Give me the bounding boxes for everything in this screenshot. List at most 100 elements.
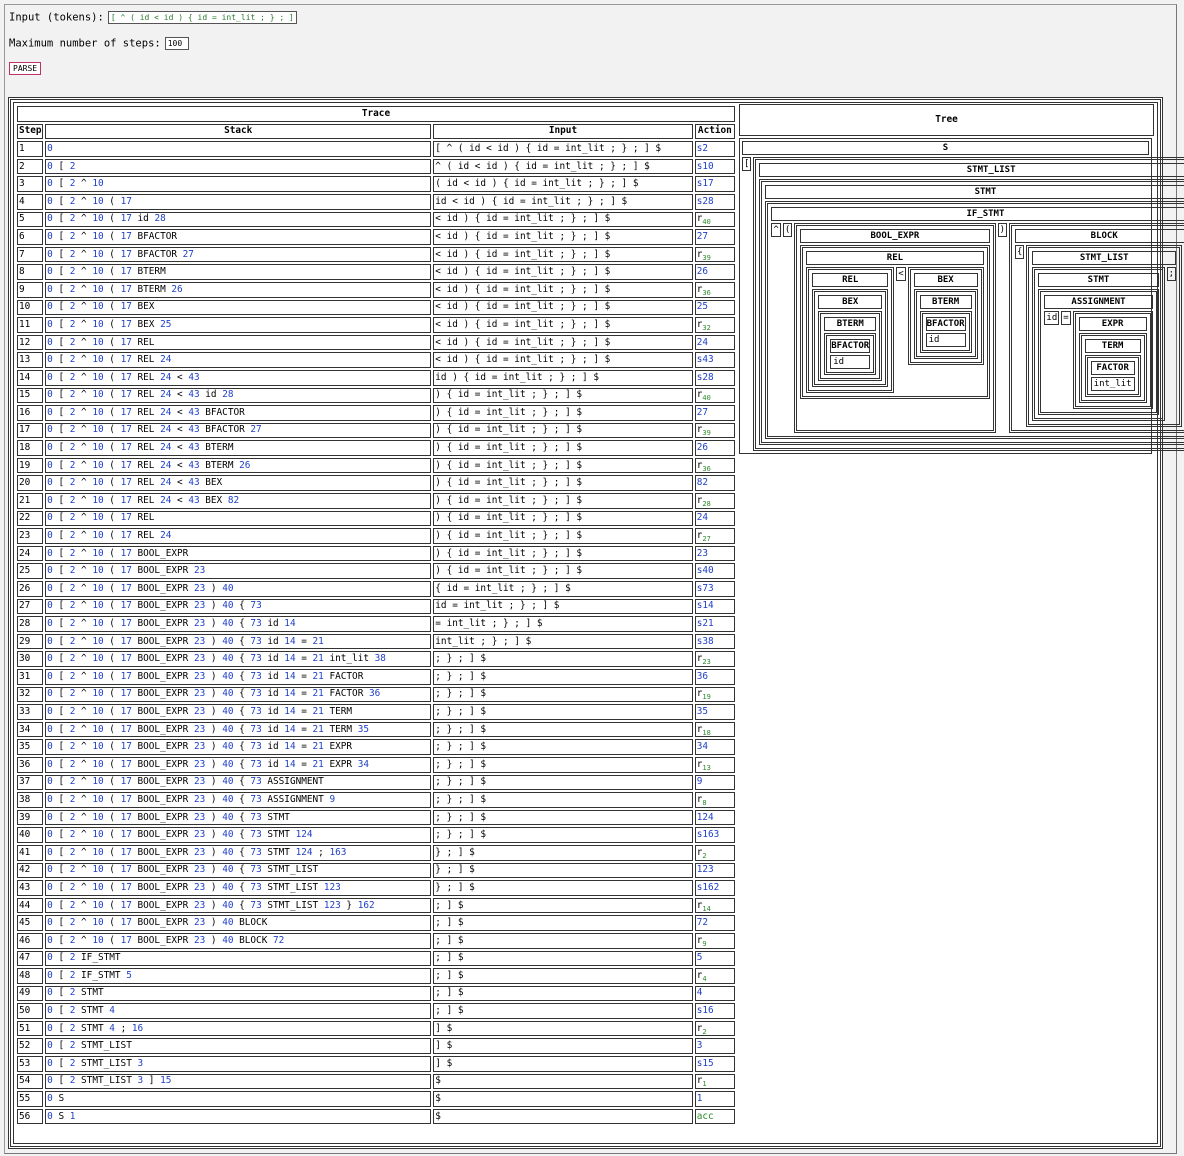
- tree-title: Tree: [739, 104, 1154, 136]
- action-cell: 5: [694, 950, 735, 967]
- node-label-bterm-right: BTERM: [919, 295, 972, 309]
- action-cell: 34: [694, 739, 735, 755]
- input-cell: ; } ; ] $: [433, 686, 693, 703]
- node-label-s: S: [742, 141, 1149, 155]
- stack-cell: 0 [ 2 ^ 10 ( 17 BOOL_EXPR 23 ) 40 { 73 i…: [45, 616, 432, 632]
- action-cell: 35: [694, 704, 735, 720]
- action-cell: r19: [694, 686, 735, 703]
- action-cell: 3: [694, 1038, 735, 1055]
- action-cell: 82: [694, 475, 735, 492]
- table-row: 31 0 [ 2 ^ 10 ( 17 BOOL_EXPR 23 ) 40 { 73…: [17, 669, 735, 685]
- step-cell: 47: [17, 950, 44, 967]
- stack-cell: 0 S 1: [45, 1108, 432, 1125]
- step-cell: 1: [17, 141, 44, 157]
- table-row: 36 0 [ 2 ^ 10 ( 17 BOOL_EXPR 23 ) 40 { 73…: [17, 756, 735, 773]
- step-cell: 55: [17, 1091, 44, 1107]
- table-row: 29 0 [ 2 ^ 10 ( 17 BOOL_EXPR 23 ) 40 { 73…: [17, 633, 735, 650]
- input-cell: < id ) { id = int_lit ; } ; ] $: [433, 264, 693, 280]
- tokens-input[interactable]: [ ^ ( id < id ) { id = int_lit ; } ; ]: [107, 11, 297, 24]
- stack-cell: 0 [ 2 STMT_LIST: [45, 1038, 432, 1055]
- stack-cell: 0 [ 2 ^ 10 ( 17 BOOL_EXPR 23 ) 40 { 73: [45, 598, 432, 615]
- table-row: 11 0 [ 2 ^ 10 ( 17 BEX 25 < id ) { id = in…: [17, 317, 735, 333]
- stack-cell: 0 [ 2 ^ 10 ( 17 BOOL_EXPR 23 ) 40 { 73 i…: [45, 686, 432, 703]
- max-steps-input[interactable]: 100: [164, 37, 189, 50]
- input-cell: < id ) { id = int_lit ; } ; ] $: [433, 317, 693, 333]
- action-cell: 9: [694, 774, 735, 791]
- table-row: 27 0 [ 2 ^ 10 ( 17 BOOL_EXPR 23 ) 40 { 73…: [17, 598, 735, 615]
- action-cell: r39: [694, 246, 735, 263]
- action-cell: r2: [694, 844, 735, 861]
- input-cell: int_lit ; } ; ] $: [433, 633, 693, 650]
- action-cell: r1: [694, 1073, 735, 1090]
- table-row: 54 0 [ 2 STMT_LIST 3 ] 15 $ r1: [17, 1073, 735, 1090]
- stack-cell: 0 [ 2 STMT_LIST 3 ] 15: [45, 1073, 432, 1090]
- action-cell: s2: [694, 141, 735, 157]
- stack-cell: 0 [ 2 ^ 10 ( 17 BOOL_EXPR 23 ) 40 BLOCK: [45, 915, 432, 931]
- table-row: 41 0 [ 2 ^ 10 ( 17 BOOL_EXPR 23 ) 40 { 73…: [17, 844, 735, 861]
- tree-node-bterm-right: BTERM BFACTOR id: [913, 289, 978, 359]
- steps-label: Maximum number of steps:: [9, 37, 161, 50]
- node-label-bool-expr: BOOL_EXPR: [800, 229, 990, 243]
- step-cell: 15: [17, 387, 44, 404]
- leaf-id-right: id: [925, 333, 966, 347]
- tree-node-stmt: STMT IF_STMT ^ ( BOOL_EXPR REL REL BEX B…: [759, 179, 1184, 445]
- table-row: 13 0 [ 2 ^ 10 ( 17 REL 24 < id ) { id = in…: [17, 352, 735, 368]
- input-cell: ; } ; ] $: [433, 721, 693, 738]
- node-label-rel-inner: REL: [812, 273, 889, 287]
- step-cell: 5: [17, 211, 44, 228]
- action-cell: 26: [694, 264, 735, 280]
- input-label: Input (tokens):: [9, 11, 104, 24]
- leaf-int-lit: int_lit: [1090, 377, 1135, 391]
- input-cell: [ ^ ( id < id ) { id = int_lit ; } ; ] $: [433, 141, 693, 157]
- parse-button[interactable]: PARSE: [9, 62, 42, 75]
- table-row: 34 0 [ 2 ^ 10 ( 17 BOOL_EXPR 23 ) 40 { 73…: [17, 721, 735, 738]
- tree-node-assignment: ASSIGNMENT id = EXPR TERM FACTOR int_lit: [1038, 289, 1159, 415]
- input-cell: < id ) { id = int_lit ; } ; ] $: [433, 352, 693, 368]
- tree-node-s: S [ STMT_LIST STMT IF_STMT ^ (BOOL_EXPR…: [739, 138, 1184, 454]
- stack-cell: 0 [ 2 ^ 10 ( 17 BOOL_EXPR 23 ) 40 { 73 i…: [45, 704, 432, 720]
- table-row: 45 0 [ 2 ^ 10 ( 17 BOOL_EXPR 23 ) 40 BLOC…: [17, 915, 735, 931]
- stack-cell: 0 [ 2 STMT: [45, 985, 432, 1002]
- action-cell: 1: [694, 1091, 735, 1107]
- table-row: 30 0 [ 2 ^ 10 ( 17 BOOL_EXPR 23 ) 40 { 73…: [17, 651, 735, 667]
- stack-cell: 0 [ 2 ^ 10 ( 17 REL 24 < 43 BTERM: [45, 440, 432, 456]
- table-row: 80 [ 2 ^ 10 ( 17 BTERM < id ) { id = int_…: [17, 264, 735, 280]
- tree-node-bex-right: BEX BTERM BFACTOR id: [907, 267, 984, 365]
- node-label-bterm-left: BTERM: [824, 317, 877, 331]
- trace-section: Trace Step Stack Input Action 1 0[ ^ ( id < …: [15, 104, 737, 1126]
- table-row: 60 [ 2 ^ 10 ( 17 BFACTOR < id ) { id = in…: [17, 229, 735, 245]
- input-cell: ) { id = int_lit ; } ; ] $: [433, 475, 693, 492]
- table-row: 39 0 [ 2 ^ 10 ( 17 BOOL_EXPR 23 ) 40 { 73…: [17, 809, 735, 826]
- input-cell: ] $: [433, 1056, 693, 1072]
- table-row: 32 0 [ 2 ^ 10 ( 17 BOOL_EXPR 23 ) 40 { 73…: [17, 686, 735, 703]
- term-lt: <: [896, 267, 906, 281]
- action-cell: s28: [694, 193, 735, 210]
- action-cell: r14: [694, 897, 735, 914]
- table-row: 19 0 [ 2 ^ 10 ( 17 REL 24 < 43 BTERM 26) …: [17, 457, 735, 474]
- step-cell: 28: [17, 616, 44, 632]
- steps-row: Maximum number of steps: 100: [9, 37, 189, 50]
- table-row: 42 0 [ 2 ^ 10 ( 17 BOOL_EXPR 23 ) 40 { 73…: [17, 862, 735, 879]
- term-lbracket: [: [742, 157, 752, 171]
- node-label-if-stmt: IF_STMT: [771, 207, 1184, 221]
- stack-cell: 0 [ 2 ^ 10 ( 17 REL 24 < 43 BFACTOR: [45, 405, 432, 421]
- input-cell: ; } ; ] $: [433, 756, 693, 773]
- step-cell: 30: [17, 651, 44, 667]
- node-label-bex-left: BEX: [818, 295, 883, 309]
- action-cell: s162: [694, 880, 735, 896]
- stack-cell: 0: [45, 141, 432, 157]
- term-lparen: (: [782, 223, 793, 237]
- input-cell: $: [433, 1108, 693, 1125]
- step-cell: 35: [17, 739, 44, 755]
- action-cell: 24: [694, 334, 735, 351]
- table-row: 22 0 [ 2 ^ 10 ( 17 REL) { id = int_lit ; …: [17, 510, 735, 527]
- table-row: 12 0 [ 2 ^ 10 ( 17 REL < id ) { id = int_l…: [17, 334, 735, 351]
- tree-node-expr: EXPR TERM FACTOR int_lit: [1072, 311, 1153, 409]
- input-cell: ) { id = int_lit ; } ; ] $: [433, 440, 693, 456]
- stack-cell: 0 [ 2 ^ 10 ( 17 BOOL_EXPR 23: [45, 563, 432, 580]
- step-cell: 37: [17, 774, 44, 791]
- table-row: 17 0 [ 2 ^ 10 ( 17 REL 24 < 43 BFACTOR 27…: [17, 422, 735, 439]
- tree-node-bfactor-right: BFACTOR id: [919, 311, 972, 353]
- step-cell: 8: [17, 264, 44, 280]
- stack-cell: 0 [ 2 ^ 10 ( 17 BOOL_EXPR 23 ) 40 { 73 i…: [45, 651, 432, 667]
